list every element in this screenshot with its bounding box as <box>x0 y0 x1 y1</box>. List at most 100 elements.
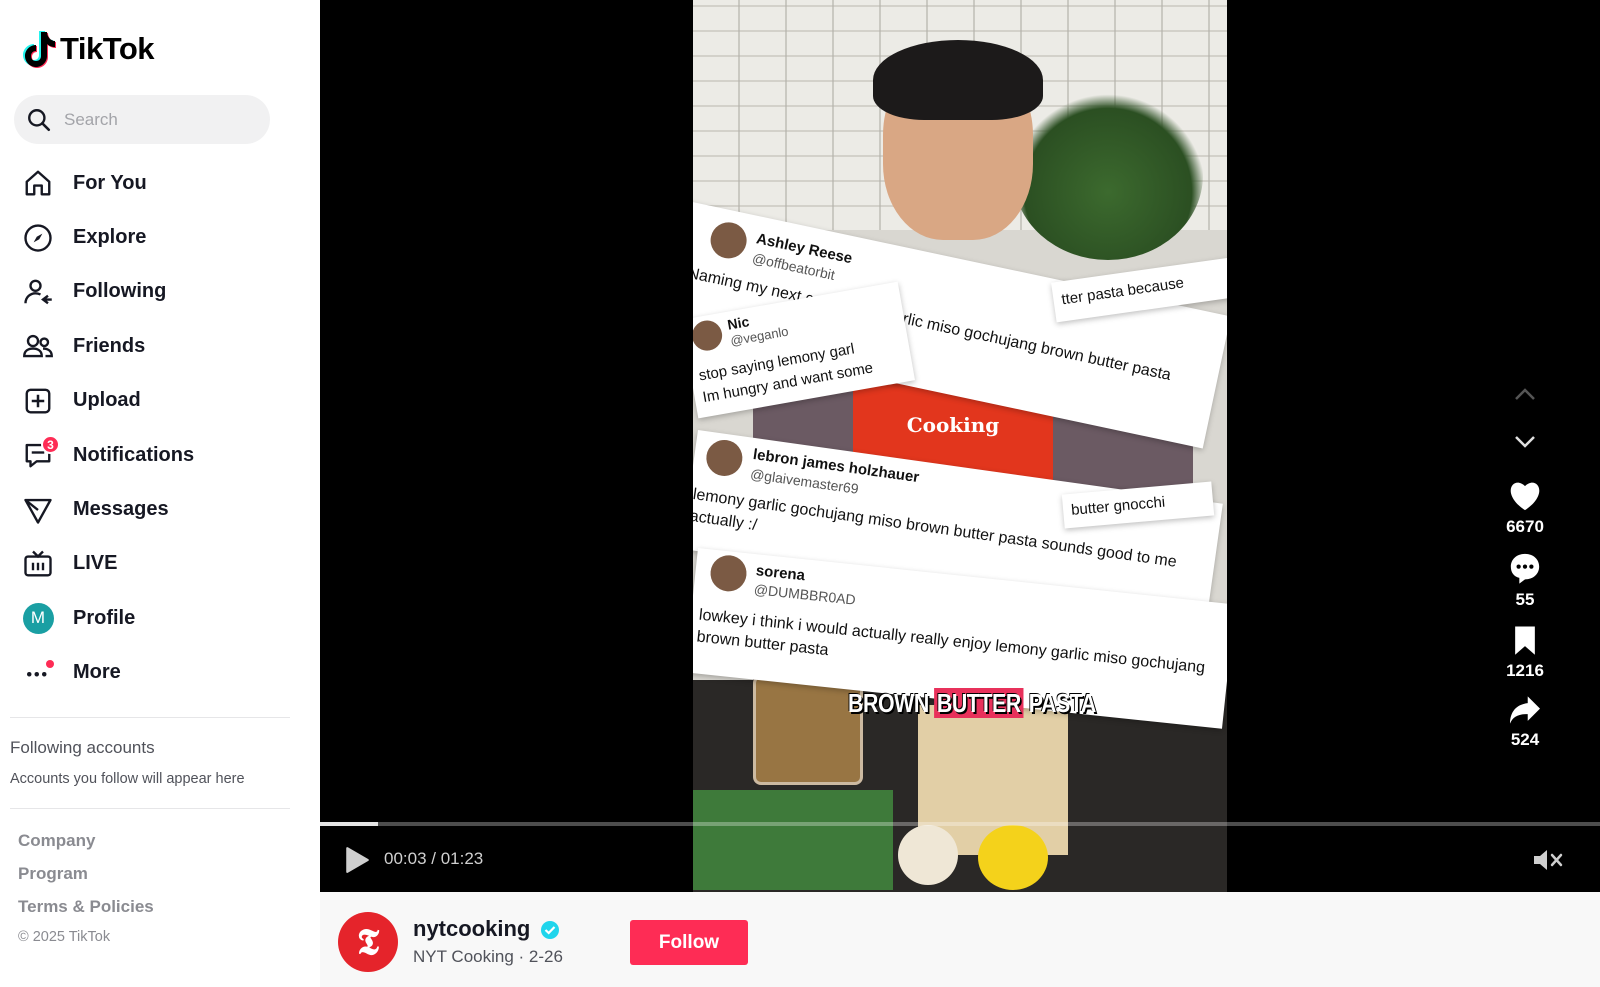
time-display: 00:03 / 01:23 <box>384 849 484 868</box>
send-icon <box>22 494 54 526</box>
tweet-avatar <box>707 219 750 262</box>
nav-label: Following <box>73 280 167 303</box>
time-total: 01:23 <box>440 849 484 868</box>
play-button[interactable] <box>344 846 370 879</box>
footer-link-terms[interactable]: Terms & Policies <box>18 897 154 930</box>
nav-item-live[interactable]: LIVE <box>22 537 302 591</box>
notification-badge: 3 <box>41 435 60 455</box>
profile-avatar-letter: M <box>22 602 54 634</box>
nav-item-explore[interactable]: Explore <box>22 210 302 264</box>
video-garlic <box>898 825 958 885</box>
share-icon <box>1510 696 1540 724</box>
sidebar: TikTok For You Explore Following <box>0 0 320 987</box>
muted-speaker-icon <box>1534 850 1563 870</box>
divider <box>10 808 290 809</box>
tweet-avatar <box>708 553 749 594</box>
more-icon <box>22 657 54 689</box>
author-subtitle: NYT Cooking · 2-26 <box>413 947 563 966</box>
caption-word: BROWN <box>848 688 929 718</box>
progress-bar[interactable] <box>320 822 1600 826</box>
verified-badge-icon <box>541 921 559 939</box>
author-username[interactable]: nytcooking <box>413 916 530 942</box>
logo-text: TikTok <box>60 31 155 66</box>
nav-label: Upload <box>73 389 141 412</box>
caption-word-highlight: BUTTER <box>934 688 1024 718</box>
tiktok-note-icon <box>23 31 56 68</box>
nav-item-for-you[interactable]: For You <box>22 156 302 210</box>
previous-video-button[interactable] <box>1495 370 1555 418</box>
next-video-button[interactable] <box>1495 418 1555 466</box>
nav-item-more[interactable]: More <box>22 646 302 700</box>
nav-label: More <box>73 661 121 684</box>
comment-count: 55 <box>1515 590 1535 609</box>
follow-button[interactable]: Follow <box>630 920 748 965</box>
save-count: 1216 <box>1506 661 1544 680</box>
tiktok-logo[interactable]: TikTok <box>22 30 155 68</box>
nav-item-upload[interactable]: Upload <box>22 374 302 428</box>
tweet-avatar <box>704 437 745 479</box>
tweet-body-tail: butter gnocchi <box>1070 493 1166 519</box>
search-input[interactable] <box>64 109 244 130</box>
following-accounts-subtitle: Accounts you follow will appear here <box>10 771 245 787</box>
nav-label: Notifications <box>73 443 195 466</box>
save-button[interactable]: 1216 <box>1495 624 1555 681</box>
progress-fill <box>320 822 378 826</box>
notifications-icon: 3 <box>22 435 60 471</box>
tweet-handle: @DUMBBR0AD <box>753 581 857 608</box>
divider <box>10 717 290 718</box>
following-icon <box>22 276 54 308</box>
video-plant <box>1013 90 1203 260</box>
nav-label: For You <box>73 171 147 194</box>
search-icon <box>28 108 51 131</box>
video-player[interactable]: Cooking Ashley Reese @offbeatorbit Namin… <box>320 0 1600 892</box>
video-lemon <box>978 825 1048 890</box>
video-frame[interactable]: Cooking Ashley Reese @offbeatorbit Namin… <box>693 0 1227 892</box>
following-accounts-title: Following accounts <box>10 738 155 757</box>
share-button[interactable]: 524 <box>1495 695 1555 750</box>
nav-label: Friends <box>73 334 146 357</box>
live-icon <box>22 548 54 580</box>
search-bar[interactable] <box>14 95 270 144</box>
like-button[interactable]: 6670 <box>1495 480 1555 537</box>
apron-text: Cooking <box>906 413 1000 437</box>
nav-label: Profile <box>73 606 136 629</box>
nav-item-notifications[interactable]: 3 Notifications <box>22 428 302 482</box>
comment-icon <box>1510 553 1540 584</box>
nav-item-profile[interactable]: M Profile <box>22 591 302 645</box>
upload-icon <box>22 385 54 417</box>
video-jar <box>753 675 863 785</box>
nav-label: LIVE <box>73 552 118 575</box>
footer-links: Company Program Terms & Policies <box>18 831 154 930</box>
nav-item-messages[interactable]: Messages <box>22 482 302 536</box>
comment-button[interactable]: 55 <box>1495 551 1555 610</box>
time-current: 00:03 <box>384 849 427 868</box>
more-notification-dot <box>46 659 54 668</box>
tweet-avatar <box>693 318 725 353</box>
tweet-body-tail: tter pasta because <box>1060 274 1185 309</box>
share-count: 524 <box>1510 730 1540 749</box>
chevron-down-icon <box>1515 436 1535 448</box>
play-icon <box>346 847 369 873</box>
nav-item-following[interactable]: Following <box>22 265 302 319</box>
home-icon <box>22 167 54 199</box>
heart-icon <box>1510 482 1540 511</box>
video-greens <box>693 790 893 890</box>
like-count: 6670 <box>1506 517 1544 536</box>
nav-label: Explore <box>73 226 147 249</box>
avatar: M <box>22 602 54 634</box>
bookmark-icon <box>1515 626 1535 655</box>
caption-word: PASTA <box>1028 688 1096 718</box>
nav-label: Messages <box>73 498 169 521</box>
author-bar: 𝕿 nytcooking NYT Cooking · 2-26 Follow <box>320 892 1600 987</box>
main-nav: For You Explore Following Friends Upload <box>22 156 302 700</box>
action-rail: 6670 55 1216 524 <box>1495 370 1555 750</box>
video-caption: BROWN BUTTER PASTA <box>848 688 1096 719</box>
footer-link-program[interactable]: Program <box>18 864 154 897</box>
author-avatar[interactable]: 𝕿 <box>338 912 398 972</box>
video-person-hair <box>873 40 1043 120</box>
mute-button[interactable] <box>1532 846 1564 879</box>
friends-icon <box>22 330 54 362</box>
nav-item-friends[interactable]: Friends <box>22 319 302 373</box>
footer-link-company[interactable]: Company <box>18 831 154 864</box>
chevron-up-icon <box>1515 388 1535 400</box>
